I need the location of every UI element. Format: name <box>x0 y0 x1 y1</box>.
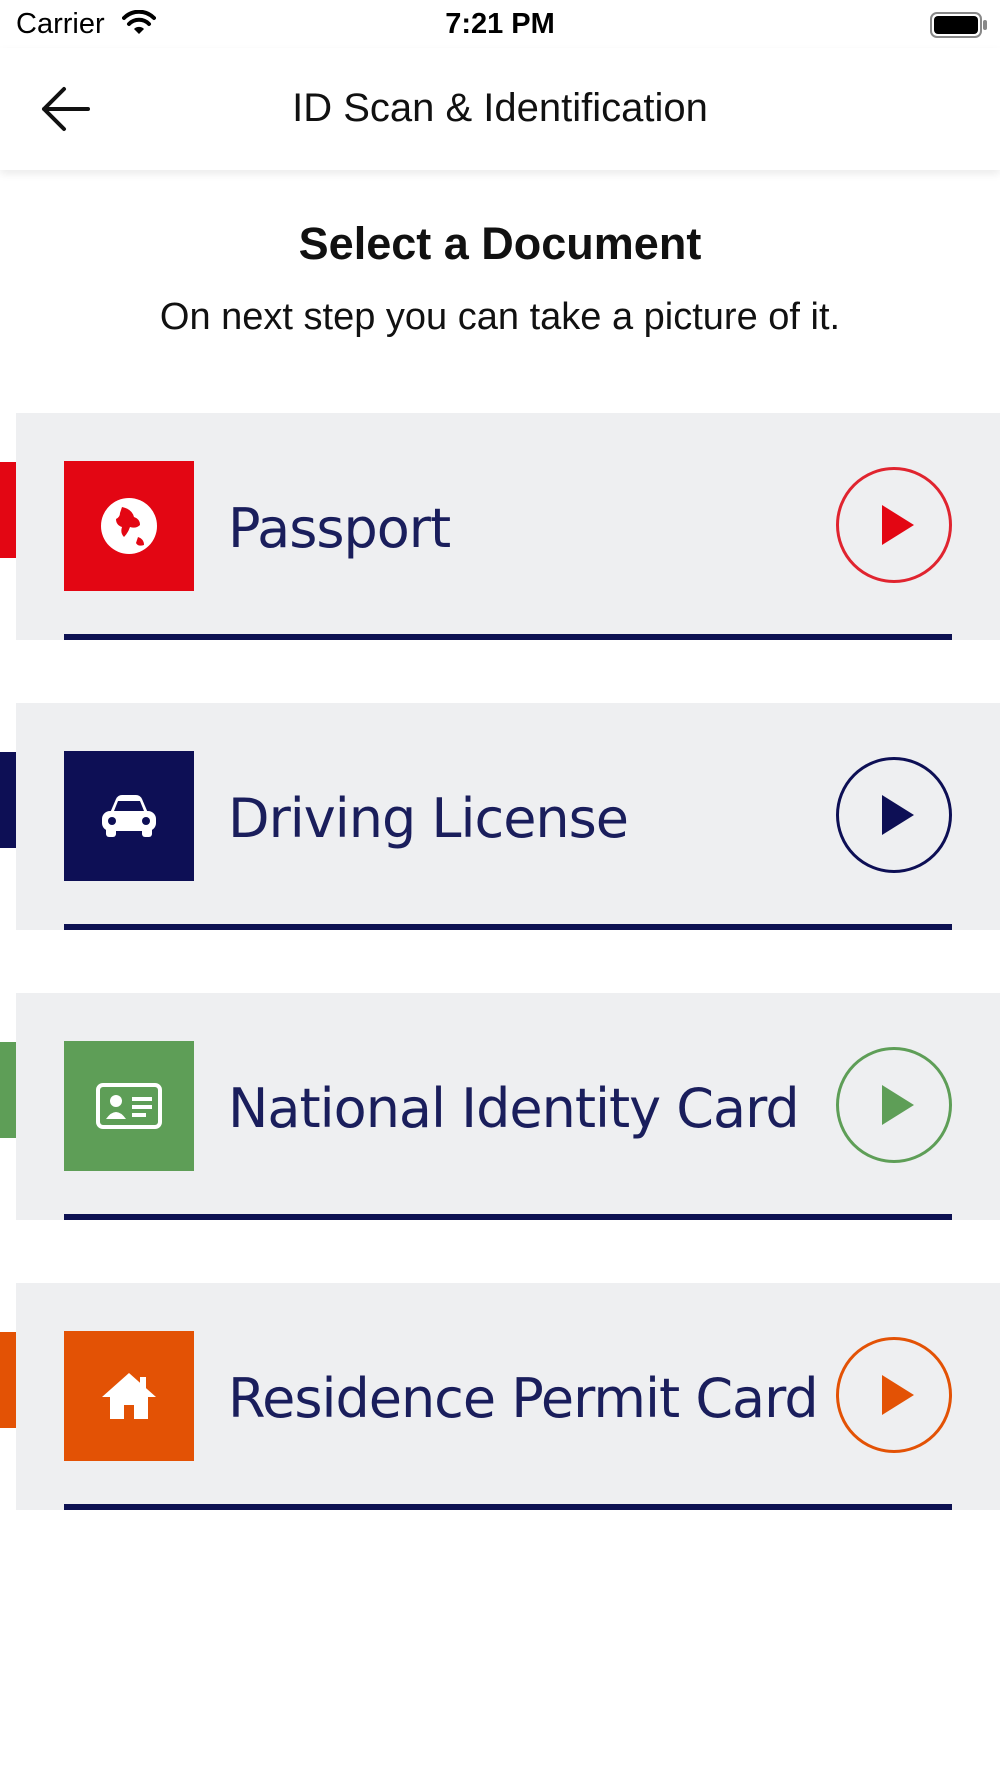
document-option-passport[interactable]: Passport <box>16 413 1000 640</box>
section-subtitle: On next step you can take a picture of i… <box>159 296 841 338</box>
play-icon <box>882 505 914 545</box>
driving-license-label: Driving License <box>228 787 629 850</box>
globe-icon <box>101 498 157 554</box>
national-identity-card-side-tab <box>0 1042 16 1138</box>
passport-play-button[interactable] <box>836 467 952 583</box>
play-icon <box>882 795 914 835</box>
national-identity-card-underline <box>64 1214 952 1220</box>
page-title: ID Scan & Identification <box>292 86 708 130</box>
document-option-driving-license[interactable]: Driving License <box>16 703 1000 930</box>
passport-label: Passport <box>228 497 451 560</box>
residence-permit-card-icon-box <box>64 1331 194 1461</box>
residence-permit-card-label: Residence Permit Card <box>228 1367 819 1430</box>
passport-underline <box>64 634 952 640</box>
driving-license-underline <box>64 924 952 930</box>
play-icon <box>882 1085 914 1125</box>
residence-permit-card-play-button[interactable] <box>836 1337 952 1453</box>
national-identity-card-label: National Identity Card <box>228 1077 800 1140</box>
residence-permit-card-side-tab <box>0 1332 16 1428</box>
document-option-residence-permit-card[interactable]: Residence Permit Card <box>16 1283 1000 1510</box>
play-icon <box>882 1375 914 1415</box>
document-option-national-identity-card[interactable]: National Identity Card <box>16 993 1000 1220</box>
passport-icon-box <box>64 461 194 591</box>
driving-license-icon-box <box>64 751 194 881</box>
home-icon <box>102 1373 156 1419</box>
car-icon <box>102 795 156 837</box>
clock: 7:21 PM <box>445 8 555 40</box>
residence-permit-card-underline <box>64 1504 952 1510</box>
section-title: Select a Document <box>298 218 702 269</box>
driving-license-side-tab <box>0 752 16 848</box>
national-identity-card-play-button[interactable] <box>836 1047 952 1163</box>
national-identity-card-icon-box <box>64 1041 194 1171</box>
navigation-header: ID Scan & Identification <box>0 48 1000 170</box>
driving-license-play-button[interactable] <box>836 757 952 873</box>
battery-icon <box>930 12 987 38</box>
passport-side-tab <box>0 462 16 558</box>
status-bar: Carrier 7:21 PM <box>0 0 1000 48</box>
id-card-icon <box>96 1083 162 1129</box>
